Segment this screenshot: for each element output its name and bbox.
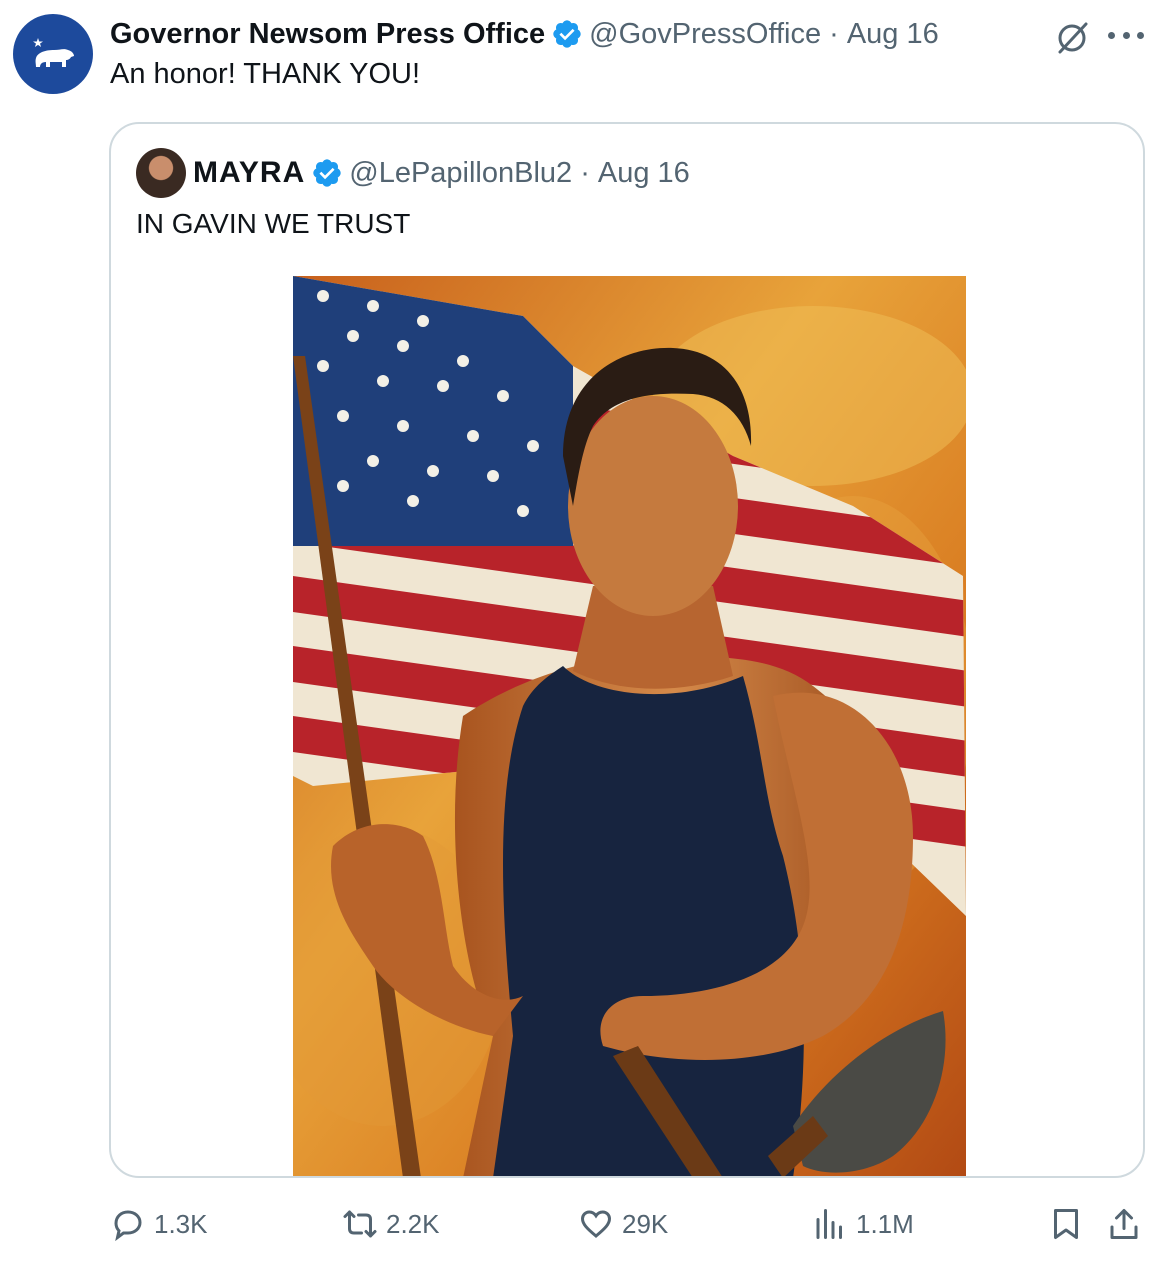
more-options-icon[interactable]	[1108, 30, 1144, 42]
reply-icon	[114, 1210, 142, 1242]
painting-image-icon[interactable]	[293, 276, 966, 1178]
verified-badge-icon	[311, 157, 343, 189]
separator-dot: ·	[580, 156, 590, 189]
quoted-tweet-card[interactable]: MAYRA @LePapillonBlu2 · Aug 16 IN GAVIN …	[109, 122, 1145, 1178]
like-button[interactable]: 29K	[578, 1196, 668, 1252]
timestamp[interactable]: Aug 16	[847, 18, 939, 51]
quoted-tweet-text: IN GAVIN WE TRUST	[136, 208, 411, 239]
reply-button[interactable]: 1.3K	[110, 1196, 208, 1252]
separator-dot: ·	[829, 17, 839, 50]
display-name[interactable]: Governor Newsom Press Office	[110, 18, 545, 51]
handle[interactable]: @GovPressOffice	[589, 18, 821, 51]
repost-button[interactable]: 2.2K	[342, 1196, 440, 1252]
heart-icon	[580, 1210, 612, 1238]
like-count: 29K	[622, 1208, 669, 1239]
grok-icon[interactable]	[1052, 18, 1092, 58]
tweet-actions: 1.3K 2.2K 29K 1.1M	[0, 1196, 1168, 1252]
tweet-text: An honor! THANK YOU!	[110, 58, 421, 90]
quoted-handle[interactable]: @LePapillonBlu2	[349, 157, 572, 190]
quoted-display-name[interactable]: MAYRA	[193, 156, 305, 190]
california-bear-icon	[33, 38, 74, 67]
views-button[interactable]: 1.1M	[812, 1196, 914, 1252]
quoted-avatar[interactable]	[136, 148, 186, 198]
view-count: 1.1M	[856, 1208, 914, 1239]
verified-badge-icon	[551, 18, 583, 50]
bookmark-button[interactable]	[1048, 1196, 1092, 1252]
tweet-header: Governor Newsom Press Office @GovPressOf…	[110, 14, 939, 54]
repost-icon	[343, 1210, 377, 1238]
quoted-tweet-header: MAYRA @LePapillonBlu2 · Aug 16	[193, 152, 690, 194]
reply-count: 1.3K	[154, 1208, 208, 1239]
quoted-timestamp[interactable]: Aug 16	[598, 157, 690, 190]
views-chart-icon	[816, 1209, 842, 1239]
account-avatar[interactable]	[13, 14, 93, 94]
bookmark-icon	[1054, 1209, 1078, 1239]
share-icon	[1110, 1209, 1138, 1239]
share-button[interactable]	[1106, 1196, 1150, 1252]
repost-count: 2.2K	[386, 1208, 440, 1239]
